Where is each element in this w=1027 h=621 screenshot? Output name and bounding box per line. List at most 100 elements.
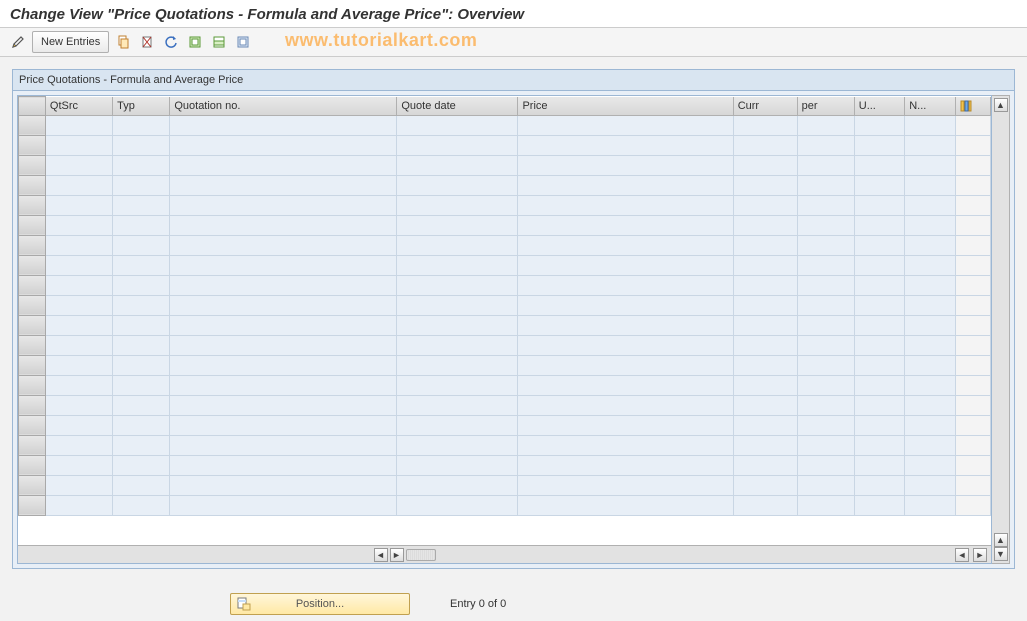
cell[interactable] [797, 275, 854, 295]
cell[interactable] [45, 495, 112, 515]
cell[interactable] [797, 495, 854, 515]
col-quotedate[interactable]: Quote date [397, 97, 518, 116]
cell[interactable] [854, 335, 904, 355]
cell[interactable] [518, 475, 733, 495]
cell[interactable] [797, 415, 854, 435]
cell[interactable] [797, 135, 854, 155]
row-selector[interactable] [19, 355, 46, 375]
cell[interactable] [45, 375, 112, 395]
cell[interactable] [797, 215, 854, 235]
scroll-right-icon[interactable]: ► [390, 548, 404, 562]
cell[interactable] [854, 255, 904, 275]
cell[interactable] [854, 195, 904, 215]
cell[interactable] [113, 215, 170, 235]
cell[interactable] [170, 135, 397, 155]
cell[interactable] [45, 415, 112, 435]
cell[interactable] [733, 155, 797, 175]
row-selector[interactable] [19, 455, 46, 475]
cell[interactable] [397, 395, 518, 415]
row-selector[interactable] [19, 275, 46, 295]
cell[interactable] [797, 175, 854, 195]
table-row[interactable] [19, 275, 991, 295]
delete-icon[interactable] [137, 32, 157, 52]
cell[interactable] [170, 395, 397, 415]
row-selector[interactable] [19, 255, 46, 275]
col-curr[interactable]: Curr [733, 97, 797, 116]
cell[interactable] [733, 495, 797, 515]
cell[interactable] [797, 395, 854, 415]
cell[interactable] [170, 375, 397, 395]
cell[interactable] [733, 115, 797, 135]
row-selector[interactable] [19, 415, 46, 435]
cell[interactable] [45, 215, 112, 235]
table-row[interactable] [19, 135, 991, 155]
cell[interactable] [45, 255, 112, 275]
row-selector[interactable] [19, 175, 46, 195]
row-selector[interactable] [19, 395, 46, 415]
cell[interactable] [905, 215, 955, 235]
cell[interactable] [905, 395, 955, 415]
cell[interactable] [733, 195, 797, 215]
row-selector[interactable] [19, 215, 46, 235]
cell[interactable] [113, 455, 170, 475]
cell[interactable] [45, 475, 112, 495]
row-selector[interactable] [19, 315, 46, 335]
cell[interactable] [905, 295, 955, 315]
cell[interactable] [113, 475, 170, 495]
cell[interactable] [45, 135, 112, 155]
cell[interactable] [518, 335, 733, 355]
cell[interactable] [518, 255, 733, 275]
cell[interactable] [518, 175, 733, 195]
cell[interactable] [905, 135, 955, 155]
cell[interactable] [733, 315, 797, 335]
cell[interactable] [45, 455, 112, 475]
cell[interactable] [113, 155, 170, 175]
cell[interactable] [797, 315, 854, 335]
cell[interactable] [854, 375, 904, 395]
cell[interactable] [113, 195, 170, 215]
cell[interactable] [854, 475, 904, 495]
cell[interactable] [905, 415, 955, 435]
cell[interactable] [113, 395, 170, 415]
cell[interactable] [905, 115, 955, 135]
cell[interactable] [797, 115, 854, 135]
cell[interactable] [854, 155, 904, 175]
cell[interactable] [797, 335, 854, 355]
cell[interactable] [905, 435, 955, 455]
cell[interactable] [518, 235, 733, 255]
cell[interactable] [797, 375, 854, 395]
scroll-up-icon[interactable]: ▲ [994, 98, 1008, 112]
cell[interactable] [518, 135, 733, 155]
cell[interactable] [518, 355, 733, 375]
cell[interactable] [45, 355, 112, 375]
table-row[interactable] [19, 355, 991, 375]
scroll-left-end-icon[interactable]: ◄ [955, 548, 969, 562]
cell[interactable] [905, 195, 955, 215]
cell[interactable] [397, 215, 518, 235]
copy-icon[interactable] [113, 32, 133, 52]
col-uom[interactable]: U... [854, 97, 904, 116]
cell[interactable] [854, 135, 904, 155]
row-selector[interactable] [19, 375, 46, 395]
cell[interactable] [905, 375, 955, 395]
cell[interactable] [170, 215, 397, 235]
cell[interactable] [170, 475, 397, 495]
cell[interactable] [797, 155, 854, 175]
cell[interactable] [45, 195, 112, 215]
table-row[interactable] [19, 195, 991, 215]
cell[interactable] [397, 335, 518, 355]
table-row[interactable] [19, 335, 991, 355]
cell[interactable] [733, 355, 797, 375]
cell[interactable] [170, 155, 397, 175]
cell[interactable] [854, 415, 904, 435]
cell[interactable] [905, 255, 955, 275]
cell[interactable] [397, 495, 518, 515]
cell[interactable] [397, 455, 518, 475]
cell[interactable] [397, 175, 518, 195]
cell[interactable] [854, 275, 904, 295]
table-row[interactable] [19, 395, 991, 415]
cell[interactable] [45, 395, 112, 415]
cell[interactable] [45, 155, 112, 175]
cell[interactable] [797, 355, 854, 375]
cell[interactable] [854, 435, 904, 455]
